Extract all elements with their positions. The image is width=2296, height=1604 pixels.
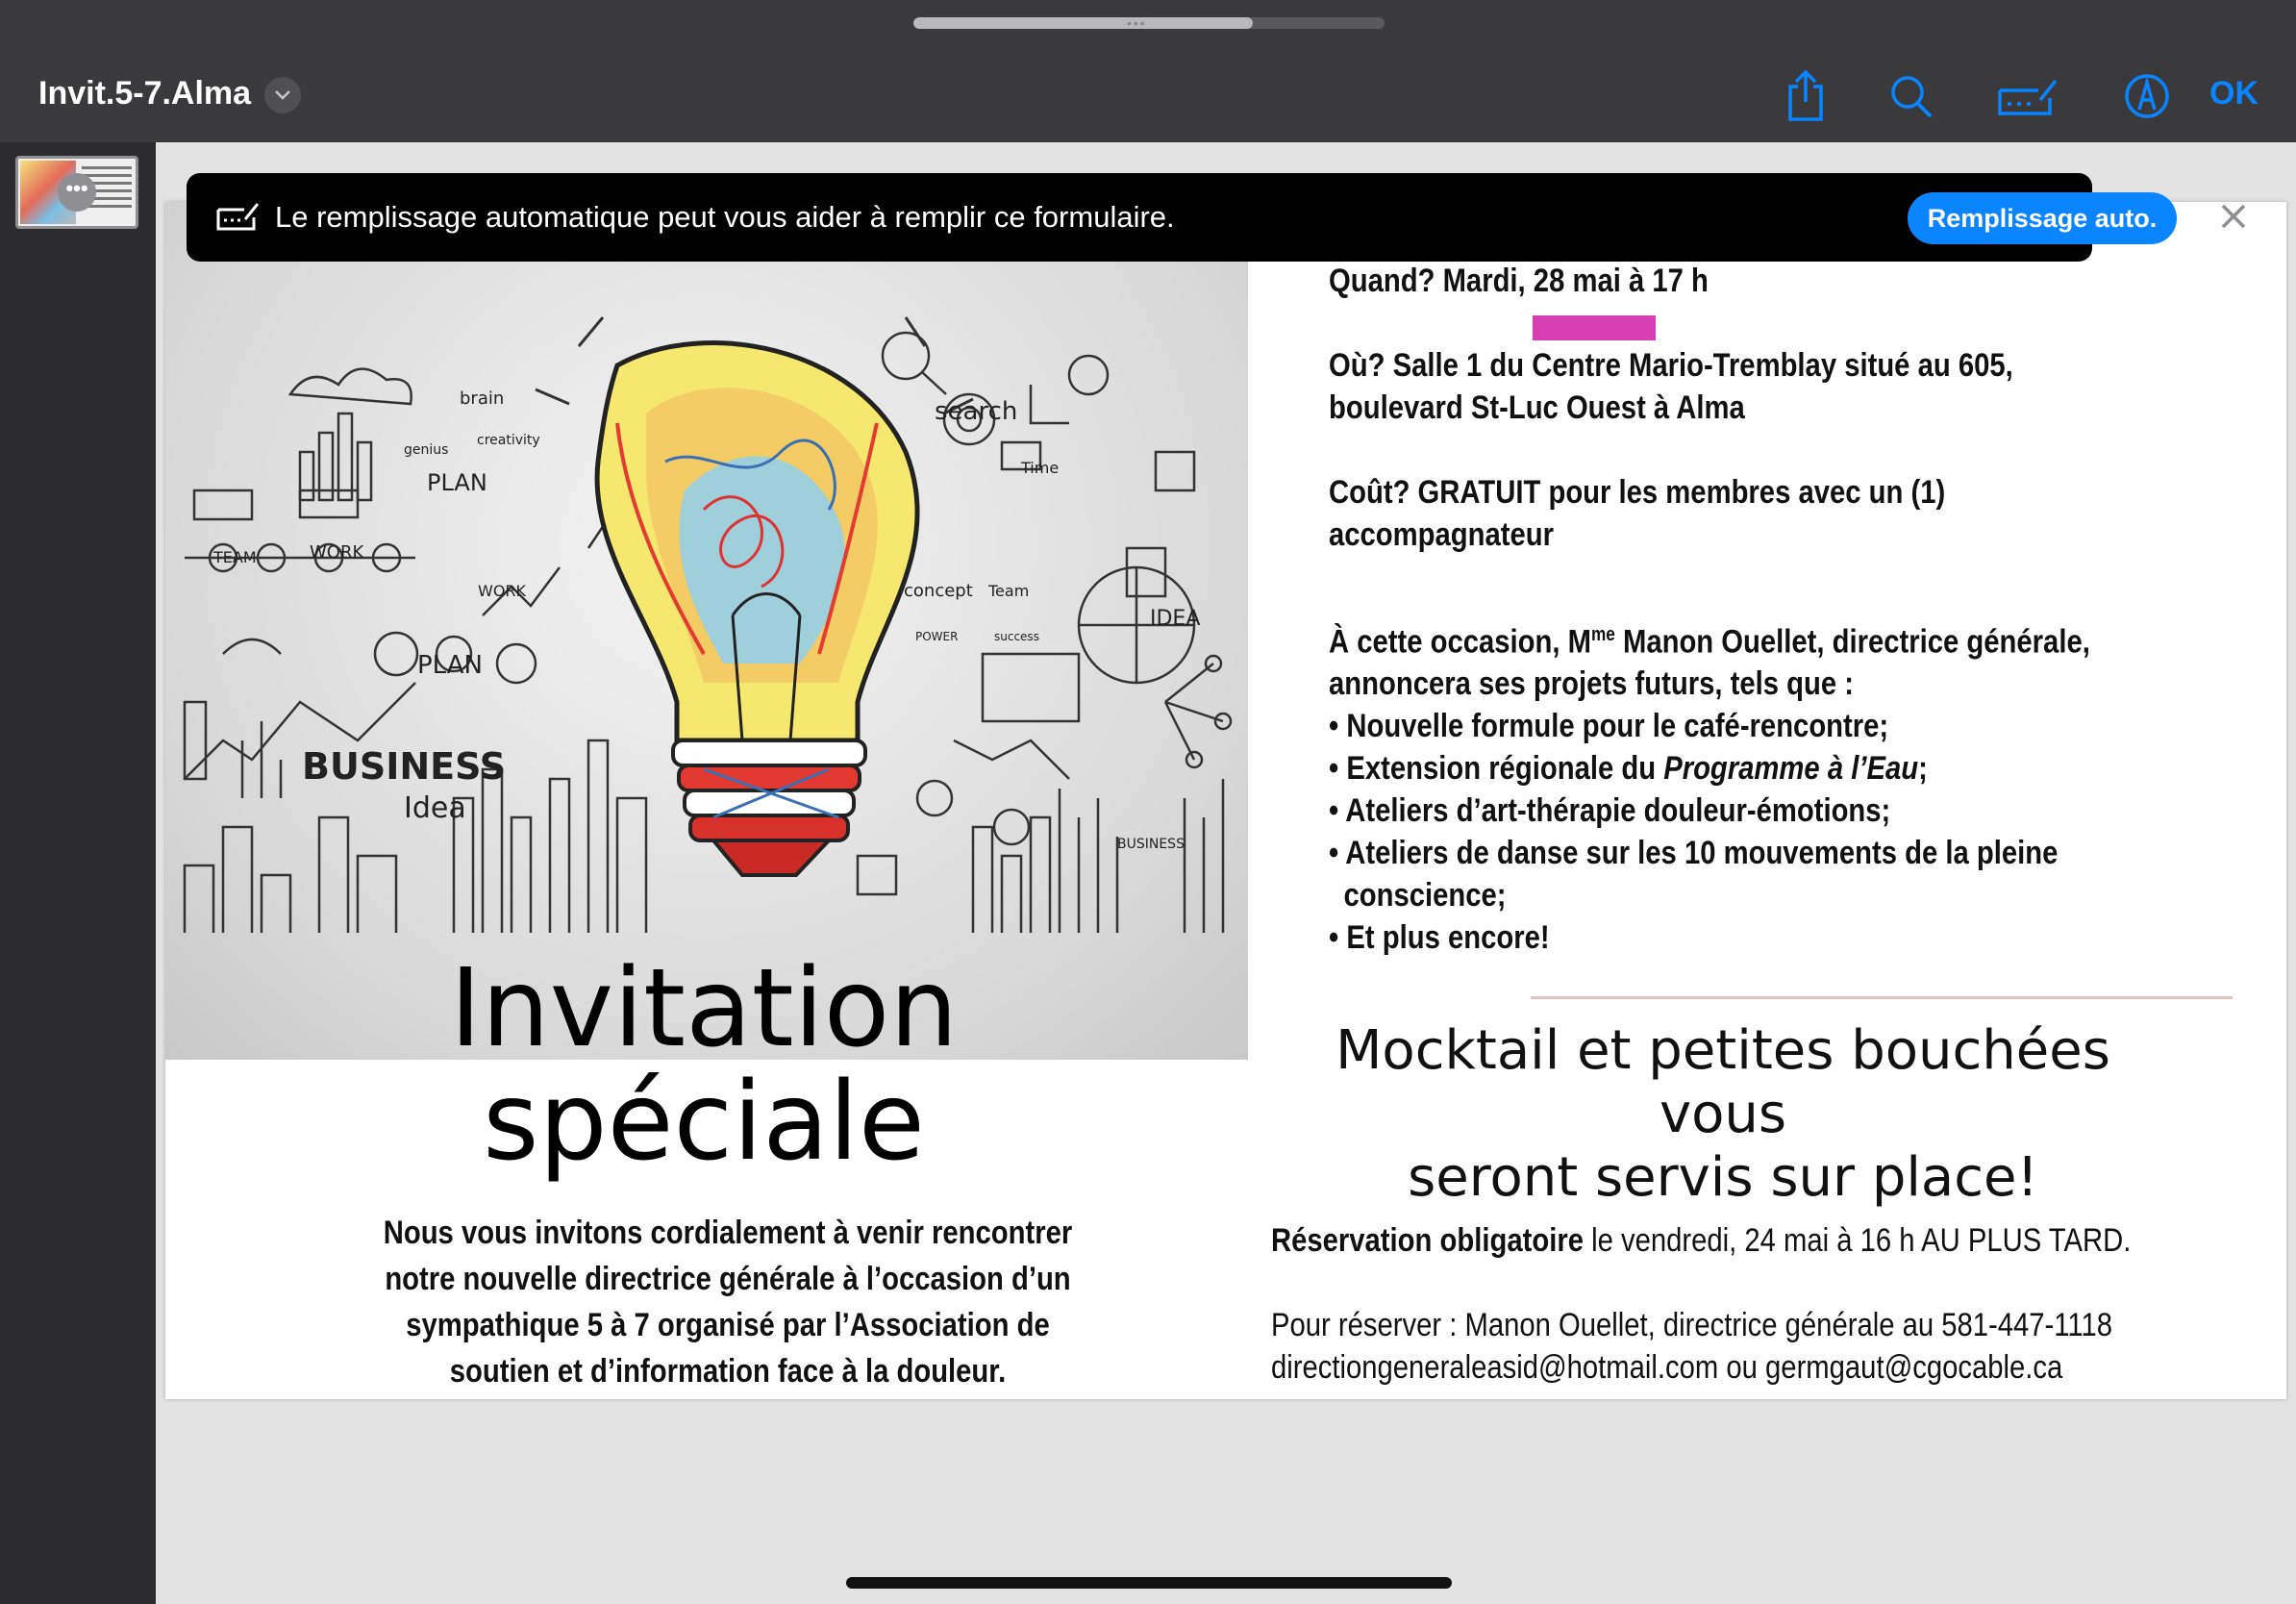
hero-word-business: BUSINESS: [302, 745, 506, 788]
hero-word-time: Time: [1020, 459, 1059, 477]
mocktail-line2: seront servis sur place!: [1408, 1146, 2038, 1209]
invitation-title-line1: Invitation: [449, 946, 959, 1071]
hero-word-creativity: creativity: [477, 433, 540, 448]
autofill-button[interactable]: Remplissage auto.: [1908, 192, 2177, 244]
project-bullet-1: • Nouvelle formule pour le café-rencontr…: [1329, 708, 1889, 745]
hero-word-power: POWER: [915, 630, 958, 643]
event-cost-line1: Coût? GRATUIT pour les membres avec un (…: [1329, 474, 1946, 511]
reservation-deadline: Réservation obligatoire le vendredi, 24 …: [1271, 1222, 2132, 1259]
more-icon[interactable]: •••: [58, 173, 96, 212]
hero-word-brain: brain: [460, 388, 504, 409]
project-bullet-5: • Et plus encore!: [1329, 919, 1550, 957]
hero-word-search: search: [935, 397, 1017, 426]
invitation-title: Invitation spéciale: [391, 952, 1016, 1179]
event-cost-line2: accompagnateur: [1329, 516, 1555, 553]
lightbulb-illustration: brain creativity genius PLAN TEAM WORK W…: [165, 202, 1248, 1060]
app-toolbar: ••• Invit.5-7.Alma OK: [0, 0, 2296, 142]
reservation-info: Réservation obligatoire le vendredi, 24 …: [1271, 1219, 2139, 1389]
document-title[interactable]: Invit.5-7.Alma: [38, 75, 251, 113]
share-icon[interactable]: [1784, 69, 1827, 123]
event-where-line2: boulevard St-Luc Ouest à Alma: [1329, 389, 1745, 426]
hero-word-business-2: BUSINESS: [1117, 837, 1185, 852]
event-where-line1: Où? Salle 1 du Centre Mario-Tremblay sit…: [1329, 347, 2013, 384]
project-bullet-4-line2: conscience;: [1343, 877, 1507, 915]
invitation-title-line2: spéciale: [483, 1060, 925, 1185]
project-bullet-3: • Ateliers d’art-thérapie douleur-émotio…: [1329, 792, 1891, 830]
occasion-line1: À cette occasion, Mme Manon Ouellet, dir…: [1329, 623, 2090, 661]
autofill-message: Le remplissage automatique peut vous aid…: [275, 200, 1175, 234]
hero-word-team-2: Team: [987, 582, 1029, 600]
hero-word-work-2: WORK: [478, 582, 527, 600]
event-details: Quand? Mardi, 28 mai à 17 h Où? Salle 1 …: [1329, 260, 2114, 959]
form-fill-icon: [215, 200, 260, 238]
hero-word-plan: PLAN: [427, 469, 487, 496]
project-bullet-2: • Extension régionale du Programme à l’E…: [1329, 750, 1928, 788]
close-icon[interactable]: [2219, 202, 2248, 236]
form-fill-icon[interactable]: [1996, 69, 2059, 123]
hero-word-success: success: [994, 630, 1039, 643]
hero-word-work: WORK: [310, 542, 364, 563]
hero-word-idea: IDEA: [1150, 607, 1200, 631]
page-thumbnails-sidebar: [0, 142, 156, 1604]
hero-word-idea-2: Idea: [404, 791, 466, 825]
mocktail-note: Mocktail et petites bouchées vous seront…: [1300, 1019, 2146, 1210]
contact-line1: Pour réserver : Manon Ouellet, directric…: [1271, 1307, 2112, 1343]
project-bullet-4-line1: • Ateliers de danse sur les 10 mouvement…: [1329, 835, 2059, 872]
hero-word-concept: concept: [904, 581, 973, 601]
multitasking-dots[interactable]: •••: [1127, 15, 1147, 31]
mocktail-line1: Mocktail et petites bouchées vous: [1335, 1019, 2110, 1145]
multitasking-indicator[interactable]: [913, 17, 1385, 29]
home-indicator[interactable]: [846, 1577, 1452, 1589]
document-page: brain creativity genius PLAN TEAM WORK W…: [165, 202, 2286, 1399]
section-divider: [1531, 996, 2233, 999]
chevron-down-icon[interactable]: [264, 77, 301, 113]
event-when: Quand? Mardi, 28 mai à 17 h: [1329, 263, 1709, 299]
markup-pen-icon[interactable]: [2123, 69, 2171, 123]
autofill-banner: Le remplissage automatique peut vous aid…: [187, 173, 2246, 262]
ok-button[interactable]: OK: [2209, 75, 2259, 113]
occasion-line2: annoncera ses projets futurs, tels que :: [1329, 665, 1854, 703]
search-icon[interactable]: [1888, 69, 1934, 123]
hero-word-genius: genius: [404, 442, 448, 458]
hero-word-team: TEAM: [212, 548, 257, 566]
hero-word-plan-2: PLAN: [417, 651, 483, 680]
contact-line2: directiongeneraleasid@hotmail.com ou ger…: [1271, 1349, 2063, 1386]
invitation-body: Nous vous invitons cordialement à venir …: [383, 1215, 1073, 1390]
